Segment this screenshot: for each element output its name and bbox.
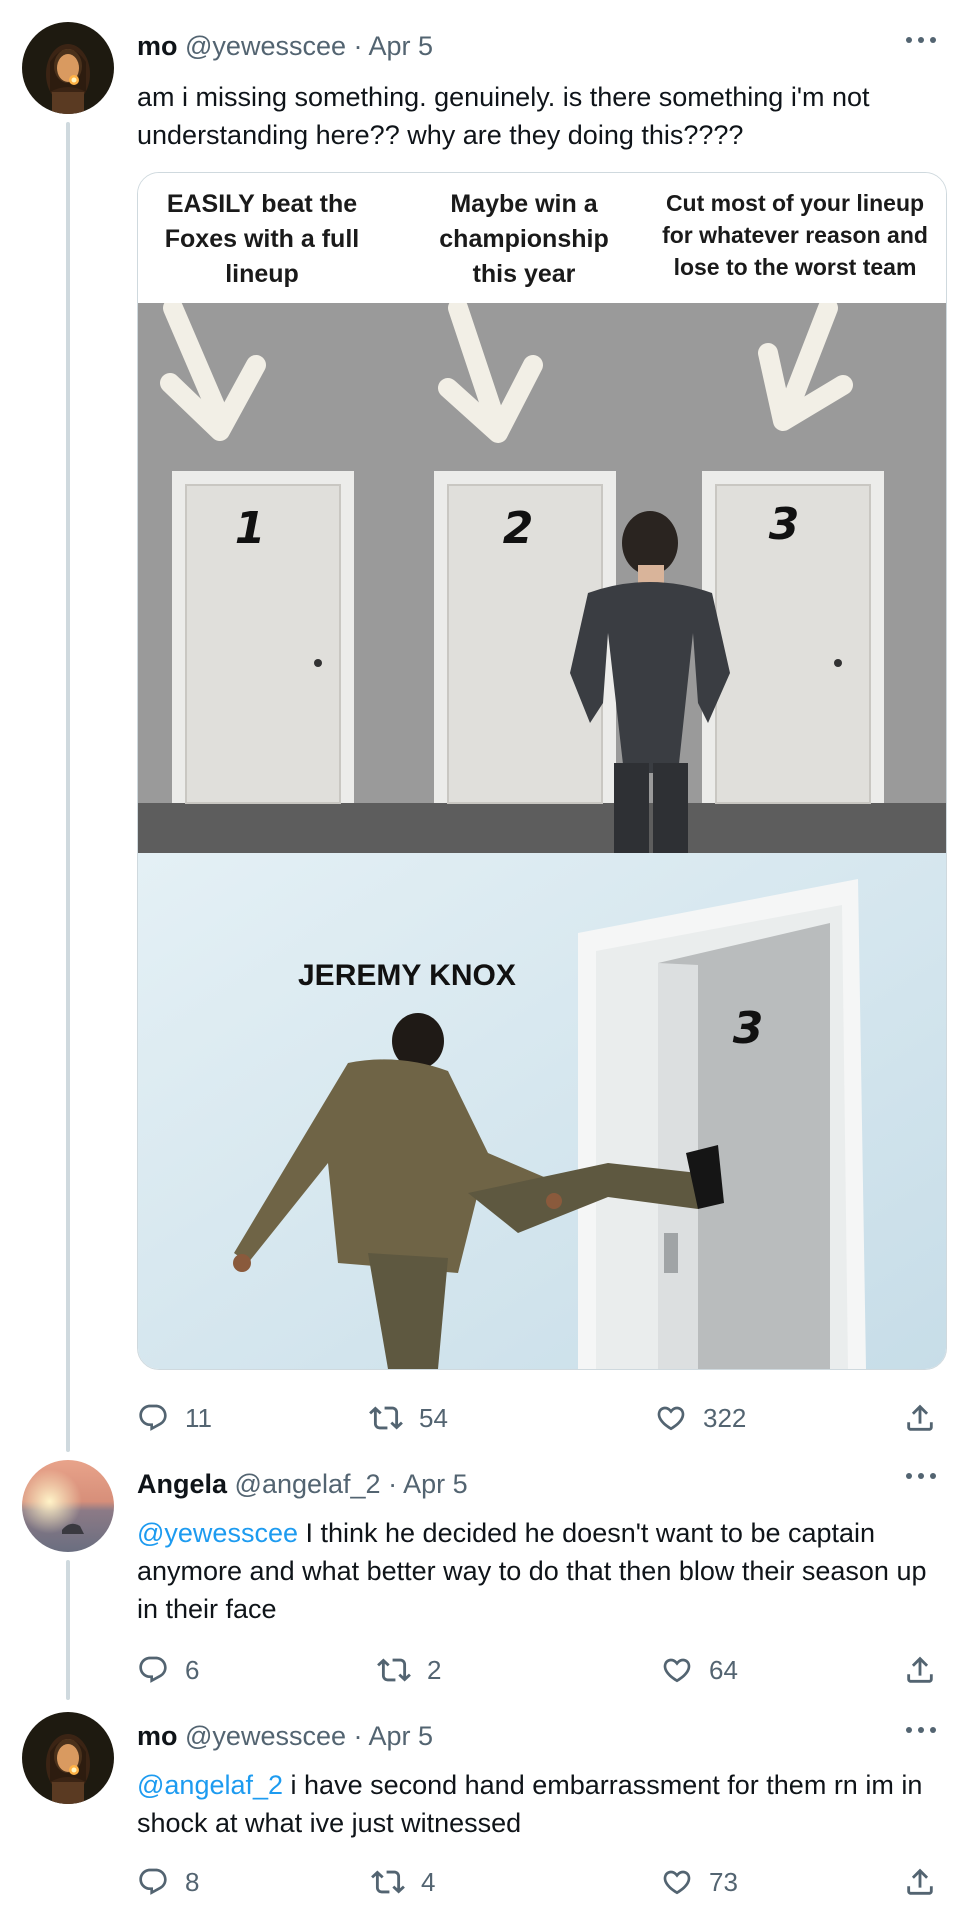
like-count: 73 <box>709 1866 738 1897</box>
reply-button[interactable]: 6 <box>137 1650 199 1690</box>
share-button[interactable] <box>903 1862 937 1902</box>
like-count: 322 <box>703 1402 747 1433</box>
door-number: 3 <box>733 1003 764 1054</box>
retweet-button[interactable]: 4 <box>371 1862 435 1902</box>
tweet-actions: 11 54 322 <box>137 1398 937 1438</box>
display-name[interactable]: Angela <box>137 1469 227 1499</box>
share-icon <box>907 1868 933 1895</box>
retweet-icon <box>377 1658 411 1682</box>
more-icon[interactable] <box>903 1720 939 1740</box>
username[interactable]: @angelaf_2 <box>235 1469 381 1499</box>
meme-captions: EASILY beat the Foxes with a full lineup… <box>138 173 946 303</box>
tweet-header: mo @yewesscee · Apr 5 <box>137 1718 929 1754</box>
like-button[interactable]: 73 <box>661 1862 738 1902</box>
tweet-text: @angelaf_2 i have second hand embarrassm… <box>137 1766 933 1842</box>
reply-icon <box>139 1656 167 1683</box>
caption-door-1: EASILY beat the Foxes with a full lineup <box>164 190 360 288</box>
tweet-header: mo @yewesscee · Apr 5 <box>137 28 929 64</box>
separator: · <box>346 31 369 61</box>
share-icon <box>907 1656 933 1683</box>
tweet-actions: 6 2 64 <box>137 1650 937 1690</box>
display-name[interactable]: mo <box>137 31 178 61</box>
reply-count: 8 <box>185 1866 200 1897</box>
reply-icon <box>139 1868 167 1895</box>
caption-door-3: Cut most of your lineup for whatever rea… <box>662 190 928 280</box>
three-doors-panel: 1 2 3 <box>138 298 946 853</box>
timestamp[interactable]: Apr 5 <box>369 31 434 61</box>
tweet[interactable]: Angela @angelaf_2 · Apr 5 @yewesscee I t… <box>0 1450 969 1700</box>
timestamp[interactable]: Apr 5 <box>369 1721 434 1751</box>
tweet[interactable]: mo @yewesscee · Apr 5 @angelaf_2 i have … <box>0 1706 969 1920</box>
retweet-button[interactable]: 54 <box>369 1398 448 1438</box>
username[interactable]: @yewesscee <box>185 1721 346 1751</box>
retweet-count: 4 <box>421 1866 436 1897</box>
tweet-text: @yewesscee I think he decided he doesn't… <box>137 1514 933 1628</box>
retweet-button[interactable]: 2 <box>377 1650 441 1690</box>
reply-button[interactable]: 8 <box>137 1862 199 1902</box>
reply-count: 11 <box>185 1402 212 1433</box>
share-icon <box>907 1404 933 1431</box>
tweet-image[interactable]: EASILY beat the Foxes with a full lineup… <box>137 172 947 1370</box>
heart-icon <box>657 1406 685 1431</box>
share-button[interactable] <box>903 1398 937 1438</box>
share-button[interactable] <box>903 1650 937 1690</box>
tweet[interactable]: mo @yewesscee · Apr 5 am i missing somet… <box>0 0 969 1445</box>
avatar[interactable] <box>22 22 114 114</box>
tweet-header: Angela @angelaf_2 · Apr 5 <box>137 1466 929 1502</box>
tweet-actions: 8 4 73 <box>137 1862 937 1902</box>
mention-link[interactable]: @yewesscee <box>137 1518 298 1548</box>
more-icon[interactable] <box>903 30 939 50</box>
like-button[interactable]: 64 <box>661 1650 738 1690</box>
reply-count: 6 <box>185 1654 200 1685</box>
separator: · <box>346 1721 369 1751</box>
retweet-icon <box>369 1406 403 1430</box>
meme-label: JEREMY KNOX <box>298 959 516 992</box>
caption-door-2: Maybe win a championship this year <box>439 190 609 288</box>
retweet-count: 54 <box>419 1402 448 1433</box>
username[interactable]: @yewesscee <box>185 31 346 61</box>
retweet-count: 2 <box>427 1654 442 1685</box>
kicking-door-panel: 3 JEREMY KNOX <box>138 853 946 1369</box>
door-number: 1 <box>235 503 266 554</box>
tweet-text: am i missing something. genuinely. is th… <box>137 82 870 150</box>
mention-link[interactable]: @angelaf_2 <box>137 1770 283 1800</box>
avatar[interactable] <box>22 1712 114 1804</box>
reply-icon <box>139 1404 167 1431</box>
retweet-icon <box>371 1870 405 1894</box>
display-name[interactable]: mo <box>137 1721 178 1751</box>
heart-icon <box>663 1870 691 1895</box>
avatar[interactable] <box>22 1460 114 1552</box>
reply-button[interactable]: 11 <box>137 1398 212 1438</box>
door-number: 2 <box>503 503 534 554</box>
like-count: 64 <box>709 1654 738 1685</box>
like-button[interactable]: 322 <box>655 1398 746 1438</box>
door-number: 3 <box>769 499 800 550</box>
timestamp[interactable]: Apr 5 <box>403 1469 468 1499</box>
heart-icon <box>663 1658 691 1683</box>
separator: · <box>380 1469 404 1499</box>
more-icon[interactable] <box>903 1466 939 1486</box>
